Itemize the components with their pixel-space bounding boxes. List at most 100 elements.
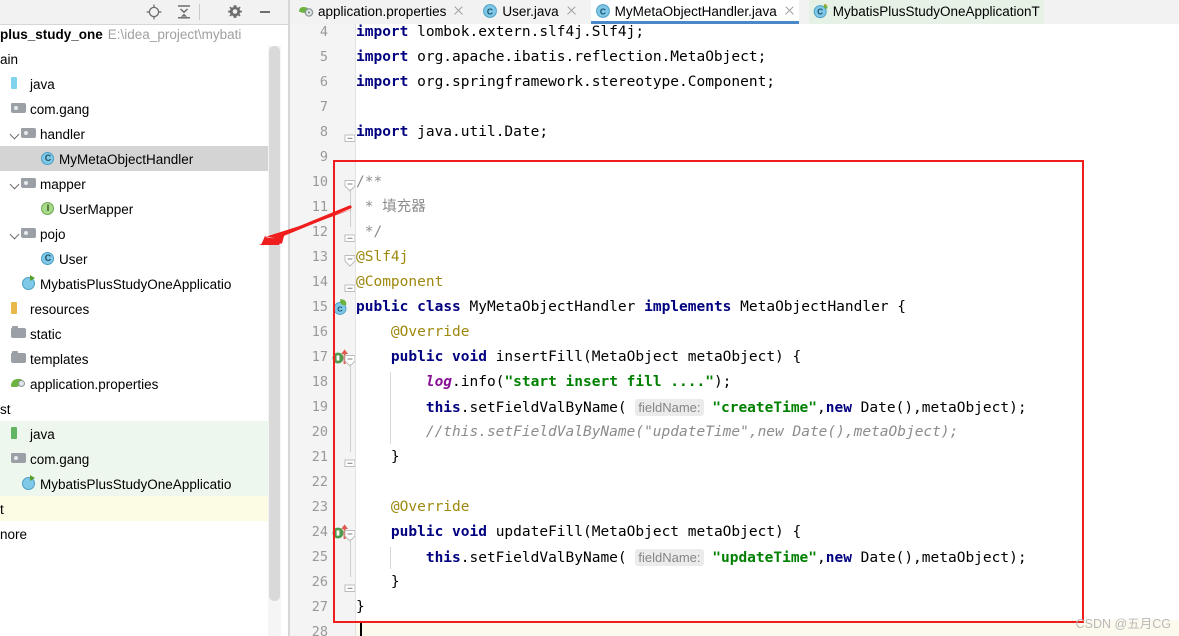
tree-node[interactable]: handler — [0, 121, 268, 146]
code-line[interactable]: //this.setFieldValByName("updateTime",ne… — [356, 420, 959, 445]
tree-node-label: java — [30, 76, 55, 92]
code-line[interactable]: @Slf4j — [356, 245, 408, 270]
code-line[interactable]: @Override — [356, 320, 470, 345]
tree-node-label: User — [59, 251, 88, 267]
code-line[interactable]: public void insertFill(MetaObject metaOb… — [356, 345, 801, 370]
locate-icon[interactable] — [145, 3, 163, 21]
code-line[interactable]: * 填充器 — [356, 195, 426, 220]
tree-node[interactable]: ain — [0, 46, 268, 71]
project-tree[interactable]: ainjavacom.ganghandlerMyMetaObjectHandle… — [0, 46, 268, 636]
tree-node[interactable]: st — [0, 396, 268, 421]
package-folder-icon — [11, 100, 27, 116]
tree-node[interactable]: static — [0, 321, 268, 346]
line-number: 7 — [319, 99, 328, 115]
fold-guide-line — [349, 189, 351, 227]
project-tool-window: plus_study_one E:\idea_project\mybati ain… — [0, 0, 290, 636]
tree-node[interactable]: java — [0, 71, 268, 96]
tree-node[interactable]: templates — [0, 346, 268, 371]
chevron-down-icon[interactable] — [10, 178, 21, 189]
minimize-icon[interactable] — [256, 3, 274, 21]
tree-node[interactable]: mapper — [0, 171, 268, 196]
close-icon[interactable] — [565, 5, 577, 17]
line-number: 17 — [311, 349, 328, 365]
tree-node[interactable]: t — [0, 496, 268, 521]
tree-node[interactable]: MybatisPlusStudyOneApplicatio — [0, 471, 268, 496]
line-number: 26 — [311, 574, 328, 590]
line-number: 27 — [311, 599, 328, 615]
properties-icon — [298, 3, 314, 19]
line-number: 25 — [311, 549, 328, 565]
fold-guide-line — [349, 364, 351, 452]
editor-tab-label: User.java — [502, 4, 559, 19]
tree-node-label: resources — [30, 301, 90, 317]
code-line[interactable]: } — [356, 595, 365, 620]
code-line[interactable]: public void updateFill(MetaObject metaOb… — [356, 520, 801, 545]
tree-scrollbar-thumb[interactable] — [269, 46, 280, 601]
line-number: 8 — [319, 124, 328, 140]
code-line[interactable]: this.setFieldValByName( fieldName: "crea… — [356, 395, 1027, 420]
svg-text:C: C — [487, 7, 493, 17]
close-icon[interactable] — [783, 5, 795, 17]
editor-tab[interactable]: application.properties — [294, 0, 468, 24]
java-class-icon — [40, 150, 56, 166]
code-line[interactable]: */ — [356, 220, 382, 245]
close-icon[interactable] — [452, 5, 464, 17]
package-folder-icon — [11, 450, 27, 466]
editor-tab-label: MybatisPlusStudyOneApplicationT — [832, 4, 1040, 19]
line-number: 20 — [311, 424, 328, 440]
tree-node[interactable]: pojo — [0, 221, 268, 246]
tree-node[interactable]: com.gang — [0, 96, 268, 121]
tree-node[interactable]: MyMetaObjectHandler — [0, 146, 268, 171]
code-line[interactable]: import java.util.Date; — [356, 120, 548, 145]
java-interface-icon — [40, 200, 56, 216]
line-number: 9 — [319, 149, 328, 165]
tree-node[interactable]: resources — [0, 296, 268, 321]
collapse-all-icon[interactable] — [175, 3, 193, 21]
code-line[interactable]: @Component — [356, 270, 443, 295]
tree-node[interactable]: User — [0, 246, 268, 271]
line-number: 18 — [311, 374, 328, 390]
line-number: 22 — [311, 474, 328, 490]
line-number: 14 — [311, 274, 328, 290]
svg-text:C: C — [600, 7, 606, 17]
tree-node-label: com.gang — [30, 101, 90, 117]
tree-node[interactable]: UserMapper — [0, 196, 268, 221]
code-line[interactable]: @Override — [356, 495, 470, 520]
code-line[interactable]: log.info("start insert fill ...."); — [356, 370, 732, 395]
code-line[interactable]: import org.apache.ibatis.reflection.Meta… — [356, 45, 766, 70]
editor-tab-bar[interactable]: application.properties C User.java C MyMetaO… — [290, 0, 1179, 25]
tree-node[interactable]: nore — [0, 521, 268, 546]
project-toolbar — [0, 0, 290, 25]
tree-node-label: UserMapper — [59, 201, 134, 217]
tree-node[interactable]: application.properties — [0, 371, 268, 396]
current-line-highlight — [356, 620, 1179, 636]
properties-file-icon — [11, 375, 27, 391]
code-line[interactable]: } — [356, 570, 400, 595]
code-line[interactable]: import lombok.extern.slf4j.Slf4j; — [356, 24, 644, 45]
spring-bean-gutter-icon[interactable]: C — [332, 298, 352, 317]
tree-node-label: pojo — [40, 226, 66, 242]
class-icon: C — [482, 3, 498, 19]
java-class-icon — [40, 250, 56, 266]
chevron-down-icon[interactable] — [10, 228, 21, 239]
editor-tab[interactable]: C User.java — [478, 0, 580, 24]
tree-node[interactable]: MybatisPlusStudyOneApplicatio — [0, 271, 268, 296]
project-root-row[interactable]: plus_study_one E:\idea_project\mybati — [0, 24, 290, 46]
editor-tab[interactable]: C MybatisPlusStudyOneApplicationT — [808, 0, 1044, 24]
code-line[interactable]: } — [356, 445, 400, 470]
tree-node-label: ain — [0, 51, 19, 67]
toolbar-separator — [199, 4, 200, 20]
chevron-down-icon[interactable] — [10, 128, 21, 139]
code-line[interactable]: public class MyMetaObjectHandler impleme… — [356, 295, 906, 320]
editor-tab[interactable]: C MyMetaObjectHandler.java — [590, 0, 799, 24]
tree-node[interactable]: java — [0, 421, 268, 446]
code-line[interactable]: import org.springframework.stereotype.Co… — [356, 70, 775, 95]
test-source-root-icon — [11, 425, 27, 441]
editor-gutter[interactable]: 4 5 6 7 8 9 10 11 12 13 14 15 16 17 18 19 20 21 22 23 24 25 26… — [290, 24, 356, 636]
tree-node[interactable]: com.gang — [0, 446, 268, 471]
gear-icon[interactable] — [226, 3, 244, 21]
folder-icon — [11, 350, 27, 366]
code-line[interactable]: this.setFieldValByName( fieldName: "upda… — [356, 545, 1027, 570]
code-line[interactable]: /** — [356, 170, 382, 195]
code-editor[interactable]: 4 5 6 7 8 9 10 11 12 13 14 15 16 17 18 19 20 21 22 23 24 25 26… — [290, 24, 1179, 636]
